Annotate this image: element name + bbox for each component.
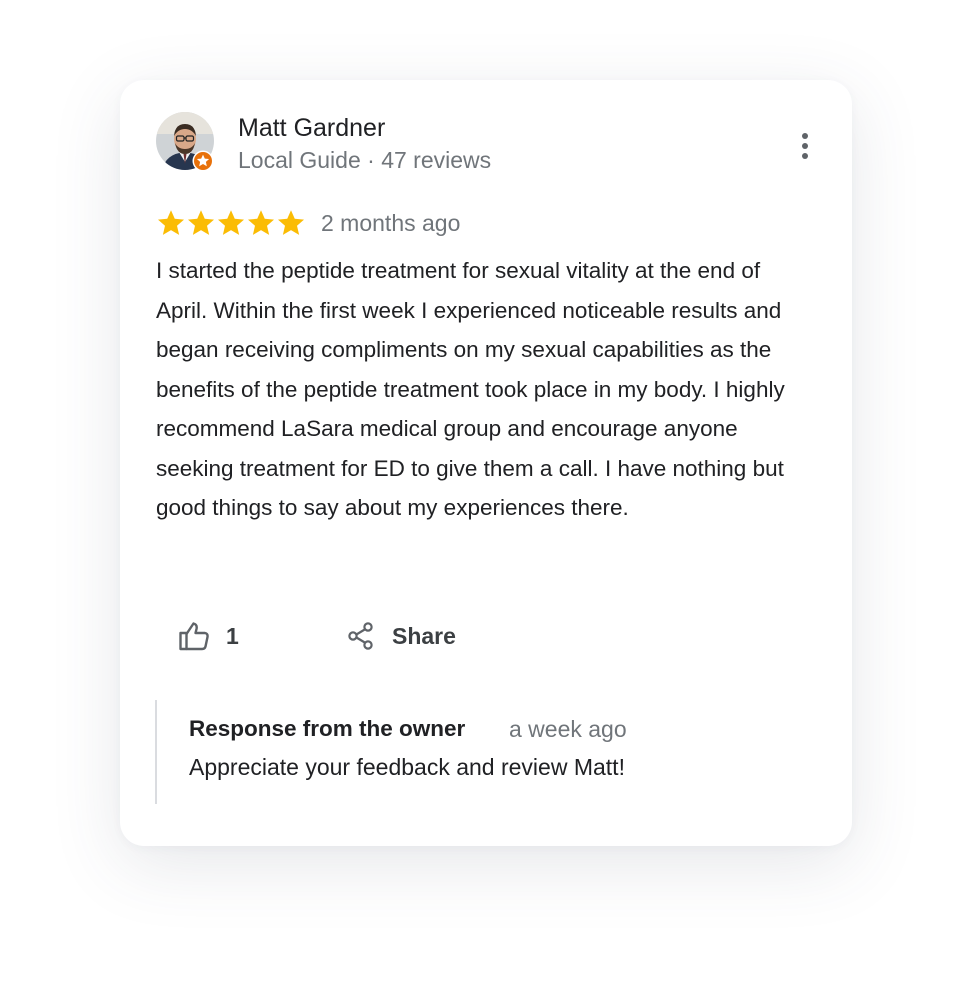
reviewer-name[interactable]: Matt Gardner <box>238 114 385 143</box>
share-button[interactable]: Share <box>346 618 456 654</box>
owner-response-text: Appreciate your feedback and review Matt… <box>189 754 625 780</box>
review-card: Matt Gardner Local Guide · 47 reviews 2 … <box>120 80 852 846</box>
star-icon <box>188 210 214 235</box>
star-icon <box>248 210 274 235</box>
star-icon <box>158 210 184 235</box>
like-count: 1 <box>226 622 239 649</box>
star-rating <box>156 208 306 238</box>
star-icon <box>278 210 304 235</box>
review-date: 2 months ago <box>321 209 461 236</box>
star-icon <box>218 210 244 235</box>
more-vert-icon <box>802 133 808 159</box>
review-text: I started the peptide treatment for sexu… <box>156 258 785 520</box>
owner-response-title: Response from the owner <box>189 716 466 741</box>
owner-response: Response from the owner a week ago Appre… <box>155 700 777 804</box>
local-guide-badge-icon <box>192 150 214 172</box>
share-icon <box>348 622 373 650</box>
rating-row: 2 months ago <box>156 206 460 240</box>
more-options-button[interactable] <box>790 128 820 164</box>
owner-response-date: a week ago <box>509 716 627 742</box>
share-label: Share <box>392 622 456 649</box>
reviewer-meta: Local Guide · 47 reviews <box>238 147 492 173</box>
like-button[interactable]: 1 <box>178 618 239 654</box>
thumbs-up-icon <box>179 622 209 651</box>
